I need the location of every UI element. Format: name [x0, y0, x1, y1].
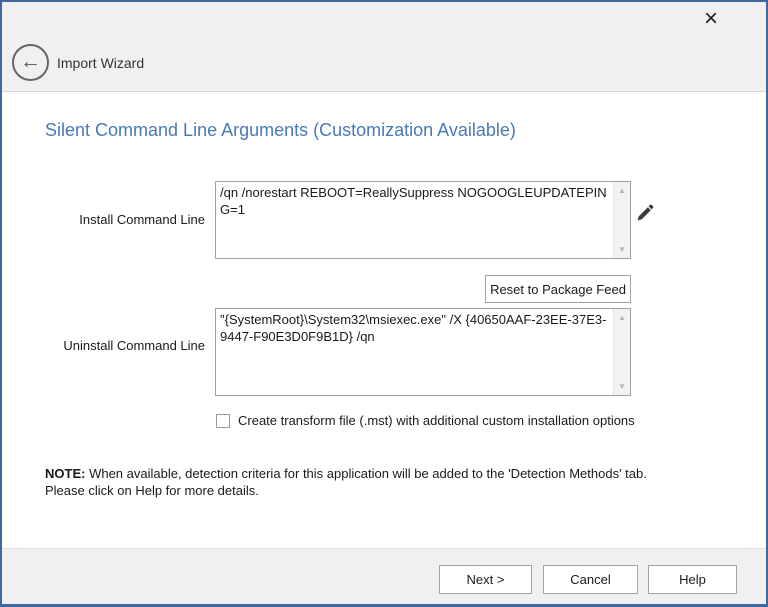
wizard-title: Import Wizard	[57, 55, 144, 71]
install-scrollbar[interactable]: ▲ ▼	[613, 182, 630, 258]
scroll-up-icon[interactable]: ▲	[614, 310, 630, 325]
back-arrow-icon: ←	[20, 51, 41, 72]
uninstall-scrollbar[interactable]: ▲ ▼	[613, 309, 630, 395]
back-button[interactable]: ←	[12, 44, 49, 81]
scroll-up-icon[interactable]: ▲	[614, 183, 630, 198]
note-line2: Please click on Help for more details.	[45, 483, 259, 498]
note-bold-prefix: NOTE:	[45, 466, 85, 481]
page-title: Silent Command Line Arguments (Customiza…	[45, 120, 516, 141]
uninstall-command-textbox[interactable]: "{SystemRoot}\System32\msiexec.exe" /X {…	[215, 308, 631, 396]
import-wizard-dialog: × ← Import Wizard Silent Command Line Ar…	[0, 0, 768, 607]
cancel-button[interactable]: Cancel	[543, 565, 638, 594]
install-command-textbox[interactable]: /qn /norestart REBOOT=ReallySuppress NOG…	[215, 181, 631, 259]
reset-to-package-feed-button[interactable]: Reset to Package Feed	[485, 275, 631, 303]
uninstall-command-label: Uninstall Command Line	[0, 338, 205, 353]
note-line1: When available, detection criteria for t…	[85, 466, 646, 481]
uninstall-command-value[interactable]: "{SystemRoot}\System32\msiexec.exe" /X {…	[216, 309, 613, 395]
install-command-value[interactable]: /qn /norestart REBOOT=ReallySuppress NOG…	[216, 182, 613, 258]
scroll-down-icon[interactable]: ▼	[614, 242, 630, 257]
install-command-label: Install Command Line	[0, 212, 205, 227]
edit-pencil-icon[interactable]	[636, 202, 654, 222]
scroll-down-icon[interactable]: ▼	[614, 379, 630, 394]
next-button[interactable]: Next >	[439, 565, 532, 594]
wizard-header: × ← Import Wizard	[0, 0, 768, 92]
help-button[interactable]: Help	[648, 565, 737, 594]
note-text: NOTE: When available, detection criteria…	[45, 465, 737, 499]
transform-checkbox-label[interactable]: Create transform file (.mst) with additi…	[238, 413, 635, 428]
transform-checkbox[interactable]	[216, 414, 230, 428]
close-icon[interactable]: ×	[696, 4, 726, 34]
